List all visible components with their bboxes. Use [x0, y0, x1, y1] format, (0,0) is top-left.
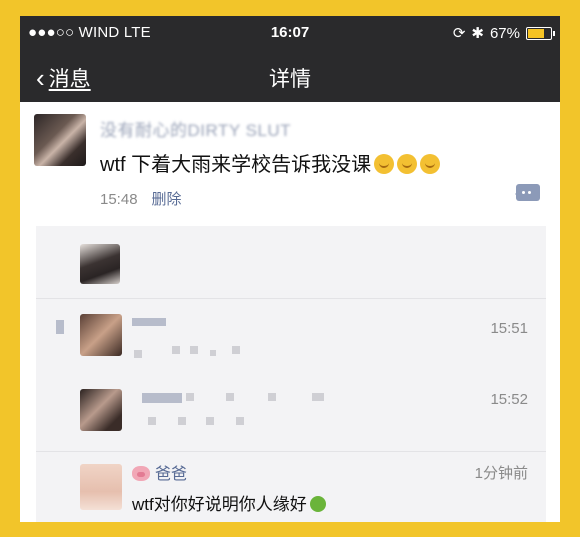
page-title: 详情	[269, 68, 311, 91]
bluetooth-icon: ✱	[471, 25, 484, 42]
frog-emoji-icon	[309, 496, 326, 512]
battery-percent: 67%	[489, 24, 520, 42]
comments-area: 15:51 15:52 爸爸 1分钟前 wtf对你好说明你人缘好	[36, 226, 546, 522]
comment-time: 1分钟前	[474, 465, 528, 482]
likes-row	[36, 226, 546, 299]
pixelated-name	[186, 393, 194, 401]
post-text: wtf 下着大雨来学校告诉我没课	[100, 154, 372, 176]
comment-text: wtf对你好说明你人缘好	[132, 490, 326, 515]
commenter-name[interactable]: 爸爸	[132, 460, 187, 484]
commenter-avatar[interactable]	[80, 389, 122, 431]
battery-icon	[526, 26, 555, 40]
comment-text-label: wtf对你好说明你人缘好	[132, 495, 307, 514]
post-time: 15:48	[100, 191, 138, 208]
pixelated-mark	[56, 320, 64, 334]
pixelated-text	[236, 417, 244, 425]
pixelated-text	[210, 350, 216, 356]
pixelated-text	[190, 346, 198, 354]
delete-link[interactable]: 删除	[152, 191, 182, 208]
pixelated-text	[148, 417, 156, 425]
pixelated-text	[232, 346, 240, 354]
status-bar: ●●●○○ WIND LTE 16:07 ⟳ ✱ 67%	[20, 16, 560, 50]
liker-avatar[interactable]	[80, 244, 120, 284]
pixelated-name	[268, 393, 276, 401]
pixelated-name	[142, 393, 182, 403]
commenter-avatar[interactable]	[80, 464, 122, 510]
commenter-name-label: 爸爸	[155, 466, 188, 483]
smile-emoji-icon	[397, 154, 418, 174]
nav-bar: ‹ 消息 详情	[20, 50, 560, 102]
comment-item: 爸爸 1分钟前 wtf对你好说明你人缘好	[36, 451, 546, 522]
post-meta: 15:48 删除	[100, 188, 182, 209]
status-right: ⟳ ✱ 67%	[452, 24, 555, 42]
phone-screen: ●●●○○ WIND LTE 16:07 ⟳ ✱ 67% ‹ 消息 详情 没有耐…	[20, 16, 560, 522]
post-content: wtf 下着大雨来学校告诉我没课	[100, 148, 441, 177]
comment-item: 15:51	[36, 306, 546, 376]
pixelated-text	[206, 417, 214, 425]
smile-emoji-icon	[420, 154, 441, 174]
pixelated-name	[226, 393, 234, 401]
pixelated-text	[178, 417, 186, 425]
comment-time: 15:51	[490, 320, 528, 337]
pixelated-text	[134, 350, 142, 358]
commenter-avatar[interactable]	[80, 314, 122, 356]
pixelated-name	[132, 318, 166, 326]
lock-rotation-icon: ⟳	[452, 25, 466, 42]
comment-time: 15:52	[490, 391, 528, 408]
pixelated-text	[172, 346, 180, 354]
author-name[interactable]: 没有耐心的DIRTY SLUT	[100, 116, 291, 141]
pixelated-name	[312, 393, 324, 401]
comment-item: 15:52	[36, 381, 546, 451]
comment-bubble-icon[interactable]	[515, 184, 540, 201]
author-avatar[interactable]	[34, 114, 86, 166]
pig-emoji-icon	[132, 466, 150, 481]
smile-emoji-icon	[374, 154, 395, 174]
moment-post: 没有耐心的DIRTY SLUT wtf 下着大雨来学校告诉我没课 15:48 删除	[20, 102, 560, 222]
